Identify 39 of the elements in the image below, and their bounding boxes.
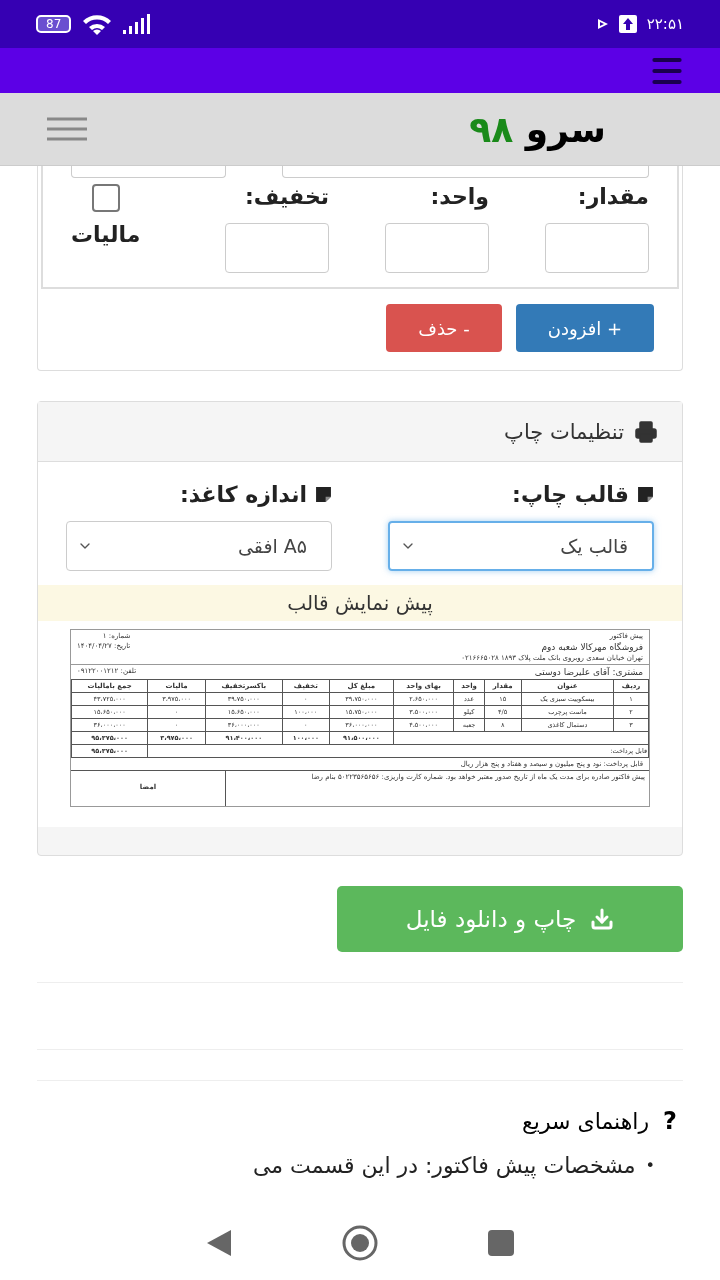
back-icon[interactable] <box>206 1228 232 1257</box>
store-name: فروشگاه مهرکالا شعبه دوم <box>540 642 643 652</box>
recents-icon[interactable] <box>488 1229 514 1256</box>
field-label: تخفیف: <box>245 184 329 209</box>
tax-label: مالیات <box>71 222 141 247</box>
bullet: • <box>645 1155 655 1177</box>
select-label: قالب چاپ: <box>512 482 629 507</box>
select-field[interactable]: قالب یک <box>388 521 654 571</box>
help-item: مشخصات پیش فاکتور: در این قسمت می <box>252 1152 636 1181</box>
input-field[interactable] <box>281 166 649 178</box>
printer-icon <box>634 419 658 444</box>
download-button[interactable]: چاپ و دانلود فایل <box>337 886 683 952</box>
home-icon[interactable] <box>342 1224 378 1261</box>
select-label: اندازه کاغذ: <box>180 482 307 507</box>
input-field[interactable] <box>545 223 649 273</box>
clock-time: ۲۲:۵۱ <box>646 15 684 33</box>
input-field[interactable] <box>385 223 489 273</box>
tax-checkbox[interactable] <box>91 184 120 212</box>
battery-icon: 87 <box>36 15 72 33</box>
select-field[interactable]: A۵ افقی <box>66 521 332 571</box>
menu-icon[interactable] <box>46 117 88 141</box>
document-icon <box>315 486 332 503</box>
logo: سرو ۹۸ <box>469 108 606 150</box>
help-icon: ? <box>663 1107 677 1135</box>
input-field[interactable] <box>225 223 329 273</box>
input-field[interactable] <box>71 166 226 178</box>
delete-button[interactable]: - حذف <box>386 304 502 352</box>
upload-icon <box>618 15 637 33</box>
field-label: مقدار: <box>577 184 649 209</box>
customer-name: مشتری: آقای علیرضا دوستی <box>534 667 643 677</box>
add-button[interactable]: + افزودن <box>516 304 654 352</box>
field-label: واحد: <box>430 184 489 209</box>
download-icon <box>590 907 615 931</box>
wifi-icon <box>81 13 114 35</box>
preview-banner: پیش نمایش قالب <box>38 585 682 621</box>
help-title: راهنمای سریع <box>522 1108 650 1134</box>
card-title: تنظیمات چاپ <box>504 419 624 444</box>
document-icon <box>637 486 654 503</box>
play-icon <box>596 18 609 30</box>
